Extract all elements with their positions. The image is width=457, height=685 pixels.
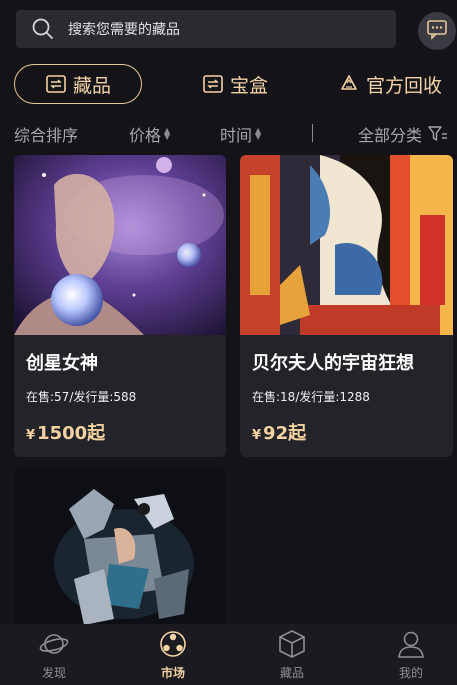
product-card[interactable]: 创星女神 在售:57/发行量:588 ¥1500起 (14, 155, 226, 457)
nav-label: 市场 (160, 666, 185, 680)
bottom-nav: 发现 市场 藏品 我的 (0, 624, 457, 685)
market-icon (138, 628, 208, 660)
price-value: 92起 (263, 423, 307, 444)
currency-symbol: ¥ (252, 428, 262, 443)
product-price: ¥1500起 (26, 419, 105, 445)
product-image (240, 155, 453, 335)
tab-collectibles[interactable]: 藏品 (14, 64, 142, 104)
nav-discover[interactable]: 发现 (19, 628, 89, 681)
tab-label: 宝盒 (230, 74, 269, 97)
nav-market[interactable]: 市场 (138, 628, 208, 681)
product-name: 创星女神 (26, 353, 98, 374)
filter-funnel-icon (428, 125, 448, 143)
nav-label: 发现 (41, 666, 66, 680)
category-filter[interactable]: 全部分类 (358, 122, 448, 146)
filter-label: 全部分类 (358, 126, 423, 145)
category-tabs: 藏品 宝盒 官方回收 (0, 64, 457, 106)
tab-label: 官方回收 (366, 74, 443, 97)
currency-symbol: ¥ (26, 428, 36, 443)
search-input[interactable]: 搜索您需要的藏品 (68, 19, 180, 39)
tab-blind-box[interactable]: 宝盒 (202, 64, 268, 104)
sort-time[interactable]: 时间 ▲ ▼ (220, 122, 261, 146)
sort-comprehensive[interactable]: 综合排序 (14, 122, 78, 146)
user-icon (376, 628, 446, 660)
sort-price[interactable]: 价格 ▲ ▼ (129, 122, 170, 146)
sort-arrows-icon: ▲ ▼ (164, 126, 171, 141)
product-stats: 在售:18/发行量:1288 (252, 390, 370, 404)
search-icon (30, 16, 56, 42)
product-card[interactable] (14, 469, 226, 625)
tab-label: 藏品 (72, 74, 111, 97)
product-name: 贝尔夫人的宇宙狂想 (252, 353, 414, 374)
filter-label: 时间 (220, 126, 253, 145)
tab-official-recycle[interactable]: 官方回收 (338, 64, 442, 104)
nav-profile[interactable]: 我的 (376, 628, 446, 681)
message-button[interactable] (418, 12, 456, 50)
product-price: ¥92起 (252, 419, 306, 445)
chat-icon (426, 18, 448, 44)
search-bar[interactable]: 搜索您需要的藏品 (16, 10, 396, 48)
product-image (14, 155, 226, 335)
product-stats: 在售:57/发行量:588 (26, 390, 137, 404)
product-image (14, 469, 226, 625)
nav-label: 藏品 (279, 666, 304, 680)
nav-collection[interactable]: 藏品 (257, 628, 327, 681)
planet-icon (19, 628, 89, 660)
product-card[interactable]: 贝尔夫人的宇宙狂想 在售:18/发行量:1288 ¥92起 (240, 155, 453, 457)
cube-icon (257, 628, 327, 660)
swap-card-icon (45, 73, 67, 95)
filter-bar: 综合排序 价格 ▲ ▼ 时间 ▲ ▼ 全部分类 (0, 118, 457, 148)
sort-arrows-icon: ▲ ▼ (255, 126, 262, 141)
filter-divider (312, 124, 313, 142)
nav-label: 我的 (398, 666, 423, 680)
price-value: 1500起 (37, 423, 106, 444)
filter-label: 价格 (129, 126, 162, 145)
filter-label: 综合排序 (14, 126, 79, 145)
swap-card-icon (202, 73, 224, 95)
recycle-icon (338, 73, 360, 95)
